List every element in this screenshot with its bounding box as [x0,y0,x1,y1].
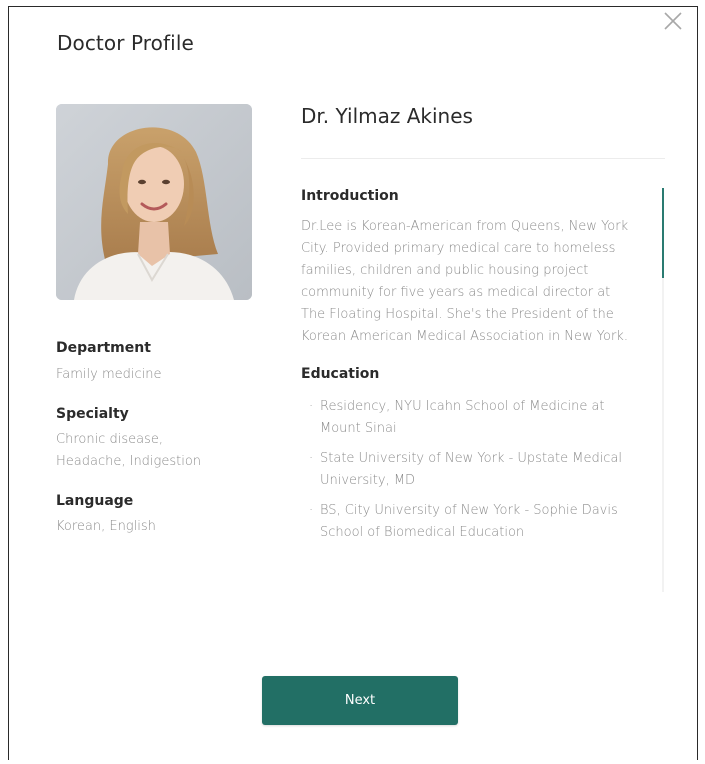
department-value: Family medicine [56,367,162,382]
close-icon [664,12,682,30]
language-value: Korean, English [56,519,156,534]
bullet-icon: · [309,399,314,414]
specialty-value: Chronic disease, Headache, Indigestion [56,432,202,469]
close-button[interactable] [662,10,684,32]
doctor-photo [56,104,252,300]
modal-title: Doctor Profile [57,31,194,55]
divider [301,158,665,159]
bullet-icon: · [309,503,314,518]
list-item: · Residency, NYU Icahn School of Medicine… [301,396,646,440]
list-item: · State University of New York - Upstate … [301,448,646,492]
next-button[interactable]: Next [262,676,458,725]
bullet-icon: · [309,451,314,466]
doctor-name: Dr. Yilmaz Akines [301,104,473,128]
scrollbar-thumb[interactable] [662,188,664,278]
education-list: · Residency, NYU Icahn School of Medicine… [301,396,646,544]
introduction-title: Introduction [301,188,399,204]
language-label: Language [56,493,134,509]
department-label: Department [56,340,151,356]
list-item: · BS, City University of New York - Sophi… [301,500,646,544]
profile-scroll-area[interactable]: Introduction Dr.Lee is Korean-American f… [301,188,657,592]
introduction-text: Dr.Lee is Korean-American from Queens, N… [301,219,629,344]
specialty-label: Specialty [56,406,129,422]
education-title: Education [301,366,380,382]
